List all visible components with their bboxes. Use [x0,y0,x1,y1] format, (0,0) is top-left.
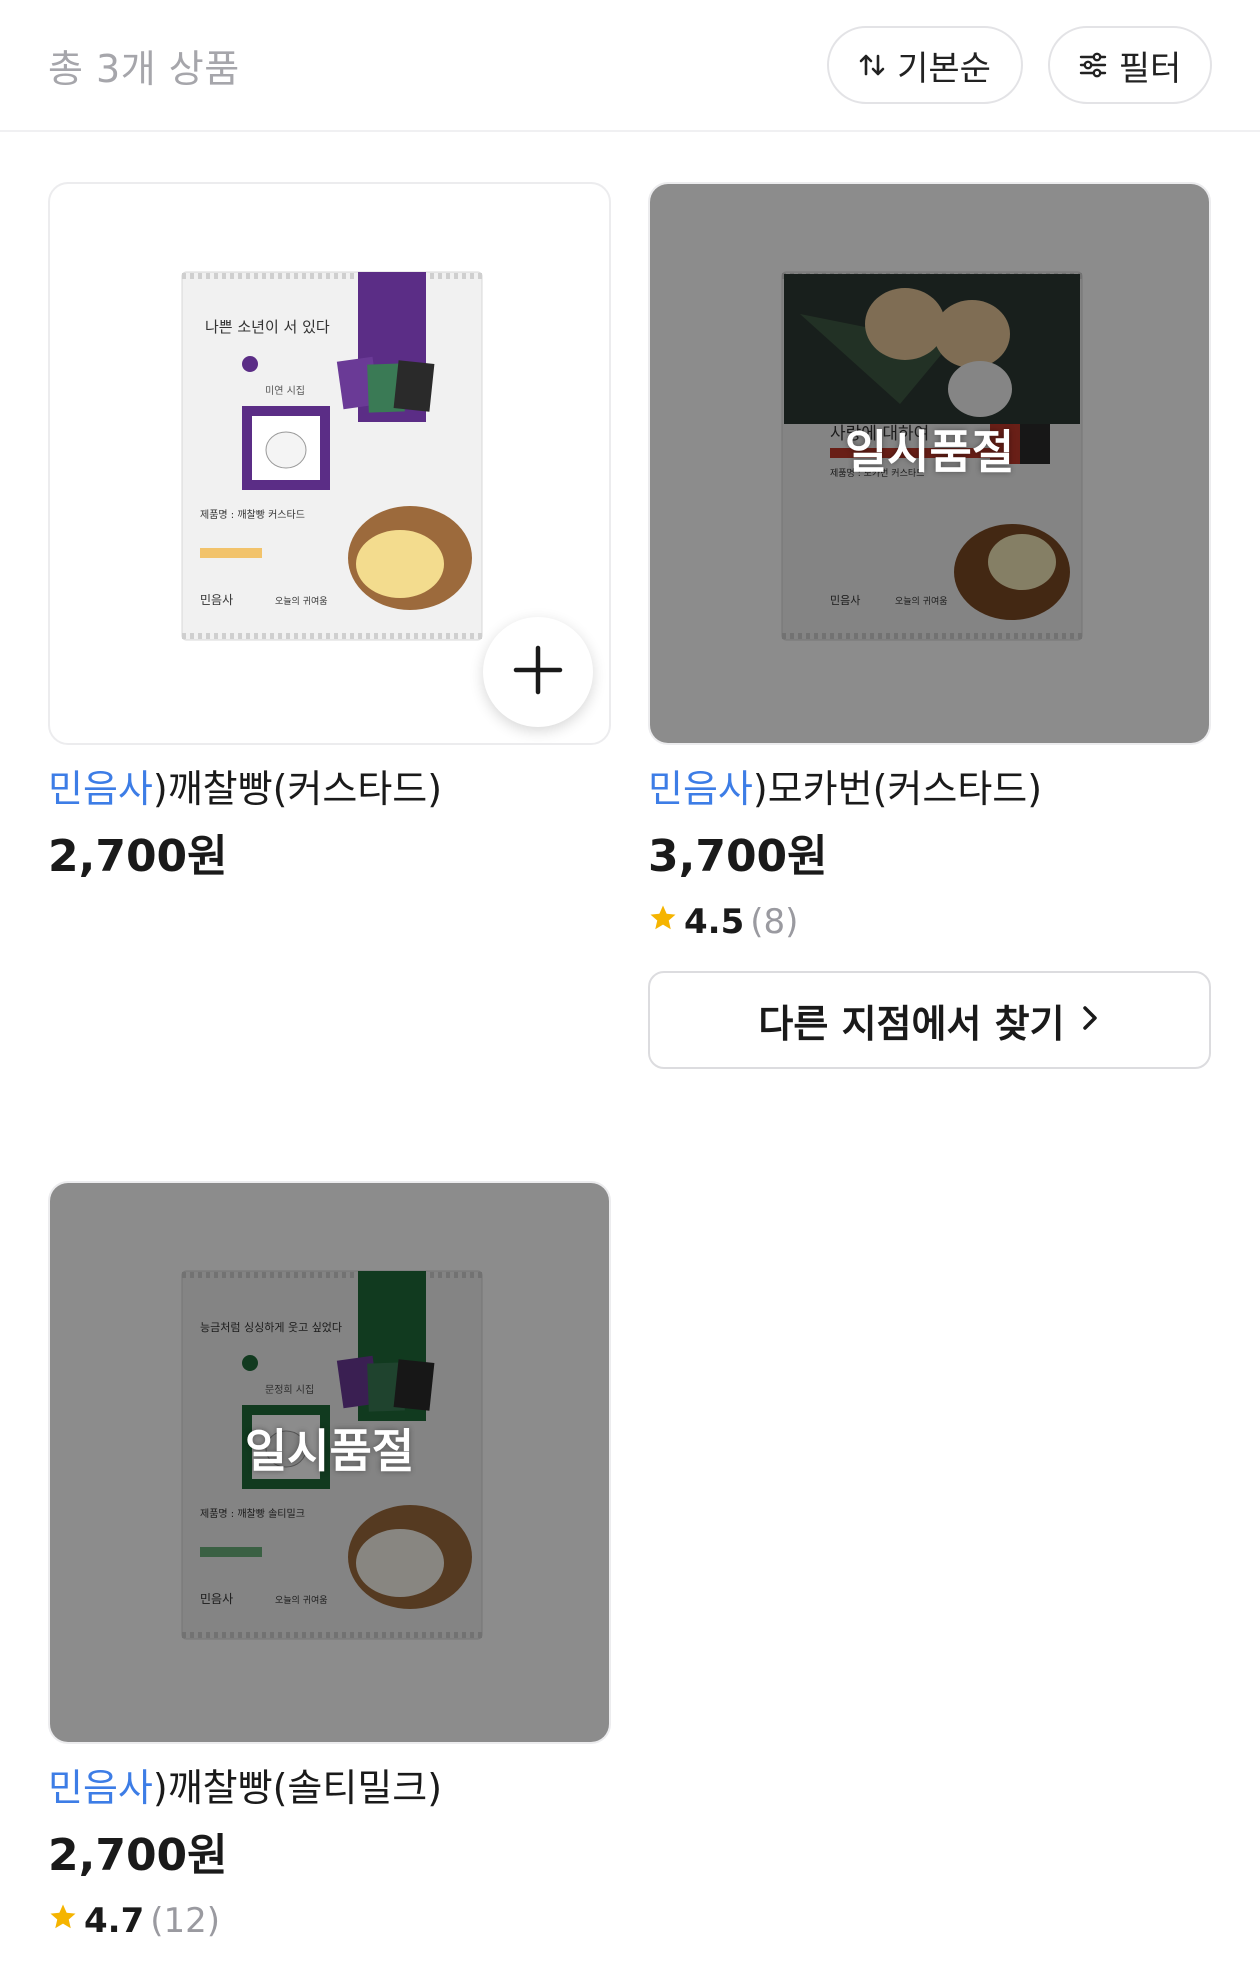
product-card[interactable]: 능금처럼 싱싱하게 웃고 싶었다 문정희 시집 제품명 : 깨찰빵 솔티밀크 민… [48,1181,611,1944]
svg-text:제품명 : 깨찰빵 커스타드: 제품명 : 깨찰빵 커스타드 [200,509,305,521]
sold-out-label: 일시품절 [844,424,1015,479]
product-image[interactable]: 사랑에 대하여 제품명 : 모카번 커스타드 민음사 오늘의 귀여움 일시품절 [648,182,1211,745]
review-count: (8) [750,902,799,942]
sold-out-label: 일시품절 [244,1423,415,1478]
svg-text:민음사: 민음사 [200,593,233,607]
svg-text:오늘의 귀여움: 오늘의 귀여움 [275,595,328,607]
product-price: 2,700원 [48,831,228,882]
product-brand: 민음사 [48,767,153,811]
product-price: 3,700원 [648,831,828,882]
sold-out-overlay: 일시품절 [650,184,1209,743]
sort-label: 기본순 [897,48,991,89]
review-count: (12) [150,1901,221,1941]
product-name[interactable]: 민음사)깨찰빵(솔티밀크) [48,1762,611,1814]
chevron-right-icon [1079,998,1101,1042]
sold-out-overlay: 일시품절 [50,1183,609,1742]
product-brand: 민음사 [48,1766,153,1810]
star-icon [648,899,678,945]
product-card[interactable]: 사랑에 대하여 제품명 : 모카번 커스타드 민음사 오늘의 귀여움 일시품절 … [648,182,1211,1069]
product-price: 2,700원 [48,1830,228,1881]
svg-text:미연 시집: 미연 시집 [265,385,305,397]
product-name[interactable]: 민음사)모카번(커스타드) [648,763,1211,815]
product-card[interactable]: 나쁜 소년이 서 있다 미연 시집 제품명 : 깨찰빵 커스타드 민음사 오늘의… [48,182,611,885]
rating-score: 4.5 [684,902,745,942]
product-name[interactable]: 민음사)깨찰빵(커스타드) [48,763,611,815]
rating-score: 4.7 [84,1901,145,1941]
list-header: 총 3개 상품 기본순 필터 [0,0,1260,132]
add-to-cart-button[interactable] [483,617,593,727]
product-rating: 4.5 (8) [648,899,1211,945]
filter-button[interactable]: 필터 [1048,26,1212,104]
plus-icon [511,643,565,701]
product-brand: 민음사 [648,767,753,811]
product-image[interactable]: 능금처럼 싱싱하게 웃고 싶었다 문정희 시집 제품명 : 깨찰빵 솔티밀크 민… [48,1181,611,1744]
sliders-icon [1079,52,1107,78]
product-rating: 4.7 (12) [48,1898,611,1944]
pkg-headline: 나쁜 소년이 서 있다 [205,318,330,336]
sort-arrows-icon [859,52,885,78]
find-other-store-button[interactable]: 다른 지점에서 찾기 [648,971,1211,1069]
star-icon [48,1898,78,1944]
filter-label: 필터 [1118,48,1182,89]
find-other-store-label: 다른 지점에서 찾기 [758,1001,1065,1046]
sort-button[interactable]: 기본순 [827,26,1023,104]
product-image[interactable]: 나쁜 소년이 서 있다 미연 시집 제품명 : 깨찰빵 커스타드 민음사 오늘의… [48,182,611,745]
product-count: 총 3개 상품 [48,47,240,91]
